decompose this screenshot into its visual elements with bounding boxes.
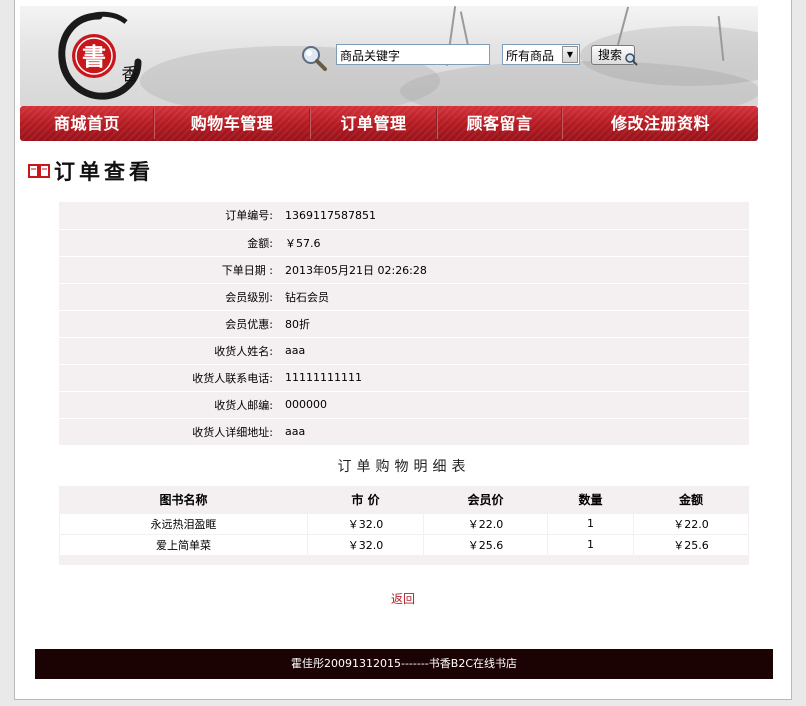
nav-item-profile[interactable]: 修改注册资料 bbox=[563, 106, 758, 141]
info-label: 金额: bbox=[59, 229, 275, 257]
open-book-icon bbox=[28, 164, 50, 178]
nav-item-cart[interactable]: 购物车管理 bbox=[155, 106, 309, 141]
order-items-table: 图书名称 市 价 会员价 数量 金额 永远热泪盈眶 ￥32.0 ￥22.0 1 … bbox=[59, 486, 749, 565]
chevron-down-icon[interactable]: ▼ bbox=[562, 46, 578, 63]
cell-member-price: ￥22.0 bbox=[423, 512, 548, 535]
info-label: 收货人姓名: bbox=[59, 337, 275, 365]
column-header-member-price: 会员价 bbox=[467, 492, 504, 507]
info-label: 下单日期 : bbox=[59, 256, 275, 284]
search-icon bbox=[625, 53, 638, 66]
info-label: 收货人邮编: bbox=[59, 391, 275, 419]
page-title-text: 订单查看 bbox=[54, 159, 154, 184]
cell-book-name: 爱上简单菜 bbox=[59, 533, 308, 556]
info-row-recipient-zip: 收货人邮编: 000000 bbox=[59, 391, 749, 419]
detail-table-title: 订单购物明细表 bbox=[337, 459, 471, 475]
info-label: 会员级别: bbox=[59, 283, 275, 311]
category-select-value: 所有商品 bbox=[506, 49, 555, 63]
info-value: aaa bbox=[275, 418, 749, 446]
cell-member-price: ￥25.6 bbox=[423, 533, 548, 556]
info-row-recipient-phone: 收货人联系电话: 11111111111 bbox=[59, 364, 749, 392]
table-row: 永远热泪盈眶 ￥32.0 ￥22.0 1 ￥22.0 bbox=[59, 512, 749, 535]
search-button-label: 搜索 bbox=[598, 48, 623, 62]
table-header-row: 图书名称 市 价 会员价 数量 金额 bbox=[60, 486, 749, 513]
cell-quantity: 1 bbox=[547, 533, 634, 556]
cell-amount: ￥25.6 bbox=[633, 533, 749, 556]
nav-item-orders[interactable]: 订单管理 bbox=[311, 106, 436, 141]
info-value: 2013年05月21日 02:26:28 bbox=[275, 256, 749, 284]
info-row-order-date: 下单日期 :2013年05月21日 02:26:28 bbox=[59, 256, 749, 284]
info-row-amount: 金额: ￥57.6 bbox=[59, 229, 749, 257]
page-title: 订单查看 bbox=[28, 158, 154, 184]
cell-amount: ￥22.0 bbox=[633, 512, 749, 535]
footer-bar: 霍佳彤20091312015-------书香B2C在线书店 bbox=[35, 649, 773, 679]
info-value: 80折 bbox=[275, 310, 749, 338]
cell-quantity: 1 bbox=[547, 512, 634, 535]
footer-text: 霍佳彤20091312015-------书香B2C在线书店 bbox=[291, 657, 517, 670]
info-value: 钻石会员 bbox=[275, 283, 749, 311]
table-row: 爱上简单菜 ￥32.0 ￥25.6 1 ￥25.6 bbox=[59, 533, 749, 556]
column-header-quantity: 数量 bbox=[578, 492, 603, 507]
magnifier-icon bbox=[302, 46, 327, 71]
shuxiang-logo[interactable]: 書 香 bbox=[54, 10, 144, 102]
info-value: aaa bbox=[275, 337, 749, 365]
info-row-member-discount: 会员优惠: 80折 bbox=[59, 310, 749, 338]
header-banner: 書 香 商品关键字 所有商品 ▼ 搜索 bbox=[20, 6, 758, 106]
logo-char-small: 香 bbox=[122, 65, 139, 85]
info-value: 11111111111 bbox=[275, 364, 749, 392]
column-header-book-name: 图书名称 bbox=[159, 492, 208, 507]
column-header-amount: 金额 bbox=[678, 492, 703, 507]
info-row-recipient-name: 收货人姓名: aaa bbox=[59, 337, 749, 365]
table-footer-spacer bbox=[59, 555, 749, 565]
nav-item-messages[interactable]: 顾客留言 bbox=[438, 106, 561, 141]
info-label: 收货人详细地址: bbox=[59, 418, 275, 446]
info-row-member-level: 会员级别: 钻石会员 bbox=[59, 283, 749, 311]
info-value: ￥57.6 bbox=[275, 229, 749, 257]
back-link[interactable]: 返回 bbox=[0, 590, 806, 607]
search-button[interactable]: 搜索 bbox=[591, 45, 638, 66]
cell-market-price: ￥32.0 bbox=[307, 512, 424, 535]
info-row-recipient-address: 收货人详细地址: aaa bbox=[59, 418, 749, 446]
cell-book-name: 永远热泪盈眶 bbox=[59, 512, 308, 535]
info-label: 会员优惠: bbox=[59, 310, 275, 338]
search-input[interactable]: 商品关键字 bbox=[336, 44, 490, 65]
nav-item-home[interactable]: 商城首页 bbox=[20, 106, 154, 141]
logo-char-big: 書 bbox=[82, 42, 106, 71]
info-row-order-number: 订单编号: 1369117587851 bbox=[59, 202, 749, 230]
column-header-market-price: 市 价 bbox=[351, 492, 380, 507]
category-select[interactable]: 所有商品 ▼ bbox=[502, 44, 580, 65]
info-label: 收货人联系电话: bbox=[59, 364, 275, 392]
order-info-table: 订单编号: 1369117587851 金额: ￥57.6 下单日期 :2013年0… bbox=[59, 202, 749, 446]
cell-market-price: ￥32.0 bbox=[307, 533, 424, 556]
info-value: 000000 bbox=[275, 391, 749, 419]
info-value: 1369117587851 bbox=[275, 202, 749, 230]
info-label: 订单编号: bbox=[59, 202, 275, 230]
main-nav: 商城首页 购物车管理 订单管理 顾客留言 修改注册资料 bbox=[20, 106, 758, 141]
